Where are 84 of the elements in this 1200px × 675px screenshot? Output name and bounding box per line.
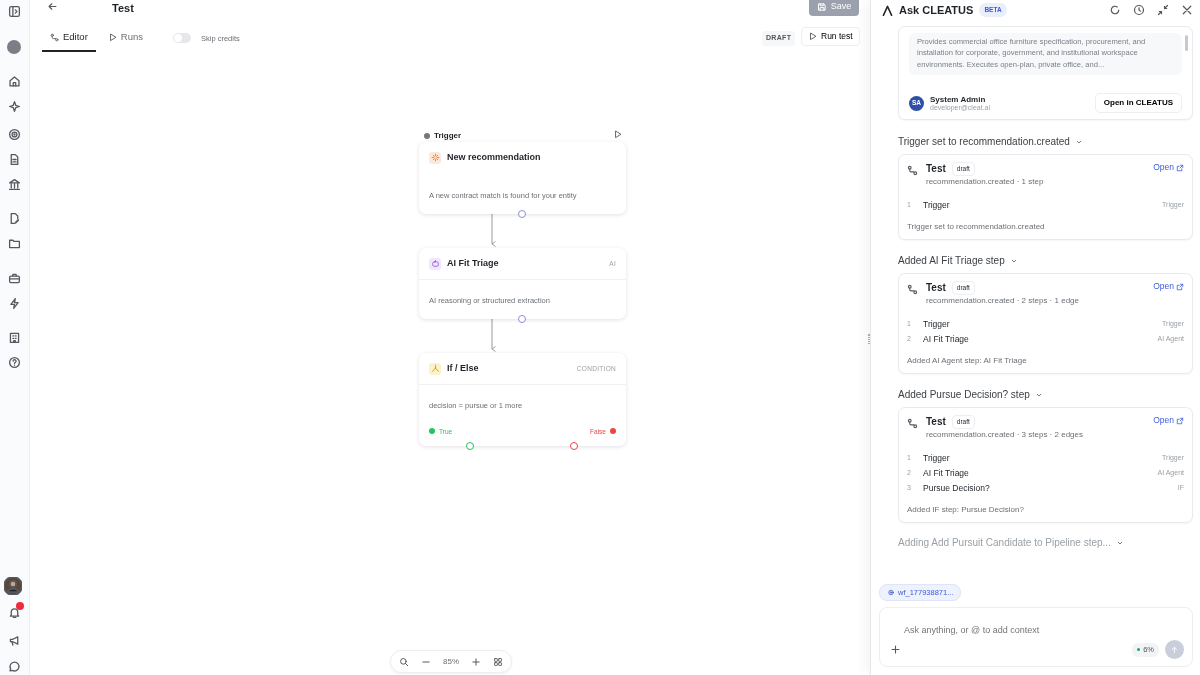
save-icon <box>816 1 827 12</box>
workflow-icon <box>907 284 918 296</box>
step-name: Trigger <box>923 199 950 213</box>
node-title: If / Else <box>447 362 479 375</box>
refresh-icon[interactable] <box>1109 4 1121 16</box>
briefcase-icon[interactable] <box>8 272 21 285</box>
branch-icon <box>429 362 441 375</box>
open-link[interactable]: Open <box>1153 161 1184 174</box>
workflow-name: Test <box>926 415 946 430</box>
zoom-level: 85% <box>443 655 459 668</box>
step-name: Trigger <box>923 452 950 466</box>
megaphone-icon[interactable] <box>8 634 21 647</box>
close-icon[interactable] <box>1181 4 1193 16</box>
back-icon[interactable] <box>47 1 58 12</box>
bell-icon[interactable] <box>8 606 21 619</box>
workflow-name: Test <box>926 162 946 177</box>
arrow-up-icon <box>1170 645 1179 655</box>
workflow-meta: recommendation.created · 3 steps · 2 edges <box>926 429 1083 442</box>
tab[interactable]: Editor <box>42 30 96 53</box>
play-icon <box>107 32 117 42</box>
open-in-app-button[interactable]: Open in CLEATUS <box>1094 93 1182 114</box>
home-icon[interactable] <box>8 75 21 88</box>
zoom-in-icon[interactable] <box>471 656 481 667</box>
open-link[interactable]: Open <box>1153 414 1184 427</box>
workflow-meta: recommendation.created · 1 step <box>926 176 1044 189</box>
node-title: New recommendation <box>447 151 541 164</box>
document-icon[interactable] <box>8 153 21 166</box>
sparkle-icon <box>429 151 441 164</box>
step-heading[interactable]: Added AI Fit Triage step <box>898 253 1005 269</box>
search-icon[interactable] <box>399 656 409 667</box>
external-link-icon <box>1176 163 1184 172</box>
workflow-icon <box>907 418 918 430</box>
step-heading[interactable]: Trigger set to recommendation.created <box>898 134 1070 150</box>
toggle-switch[interactable] <box>173 33 191 44</box>
bank-icon[interactable] <box>8 178 21 191</box>
node-title: AI Fit Triage <box>447 257 499 270</box>
pin-icon <box>887 588 895 597</box>
step-name: Pursue Decision? <box>923 482 990 496</box>
connection-handle[interactable] <box>570 442 578 451</box>
folder-icon[interactable] <box>8 237 21 250</box>
step-note: Added AI Agent step: AI Fit Triage <box>907 355 1028 368</box>
pending-step: Adding Add Pursuit Candidate to Pipeline step... <box>898 535 1111 551</box>
help-icon[interactable] <box>8 356 21 369</box>
step-heading[interactable]: Added Pursue Decision? step <box>898 387 1030 403</box>
user-avatar[interactable] <box>4 577 22 595</box>
scrollbar-thumb[interactable] <box>1185 35 1188 51</box>
external-link-icon <box>1176 416 1184 425</box>
fit-view-icon[interactable] <box>493 656 503 667</box>
page-title: Test <box>112 1 134 16</box>
step-name: AI Fit Triage <box>923 333 969 347</box>
message-input[interactable]: Ask anything, or @ to add context <box>902 623 1132 639</box>
bolt-icon[interactable] <box>8 297 21 310</box>
workflow-name: Test <box>926 281 946 296</box>
collapse-icon[interactable] <box>1157 4 1169 16</box>
history-icon[interactable] <box>1133 4 1145 16</box>
step-name: AI Fit Triage <box>923 467 969 481</box>
connection-handle[interactable] <box>518 314 526 323</box>
robot-icon <box>429 257 441 270</box>
play-icon <box>808 32 817 41</box>
play-icon[interactable] <box>613 130 622 139</box>
building-icon[interactable] <box>8 331 21 344</box>
external-link-icon <box>1176 282 1184 291</box>
chat-icon[interactable] <box>8 660 21 673</box>
workspace-avatar[interactable] <box>7 40 21 54</box>
connection-handle[interactable] <box>466 442 474 451</box>
sparkle-icon[interactable] <box>8 100 21 113</box>
workflow-icon <box>50 32 59 42</box>
workflow-icon <box>907 165 918 177</box>
tab[interactable]: Runs <box>99 30 151 53</box>
step-name: Trigger <box>923 318 950 332</box>
step-note: Trigger set to recommendation.created <box>907 221 1046 234</box>
node-group-label: Trigger <box>434 130 462 142</box>
step-note: Added IF step: Pursue Decision? <box>907 504 1025 517</box>
connection-handle[interactable] <box>518 209 526 218</box>
logo-icon <box>882 4 893 16</box>
open-link[interactable]: Open <box>1153 280 1184 293</box>
panel-toggle-icon[interactable] <box>8 5 21 18</box>
add-icon[interactable] <box>890 644 901 656</box>
status-dot-icon <box>423 132 431 140</box>
run-test-button[interactable]: Run test <box>801 27 860 46</box>
workflow-meta: recommendation.created · 2 steps · 1 edge <box>926 295 1079 308</box>
user-name: System Admin <box>930 94 986 104</box>
panel-title: Ask CLEATUS <box>899 2 974 18</box>
target-icon[interactable] <box>8 128 21 141</box>
